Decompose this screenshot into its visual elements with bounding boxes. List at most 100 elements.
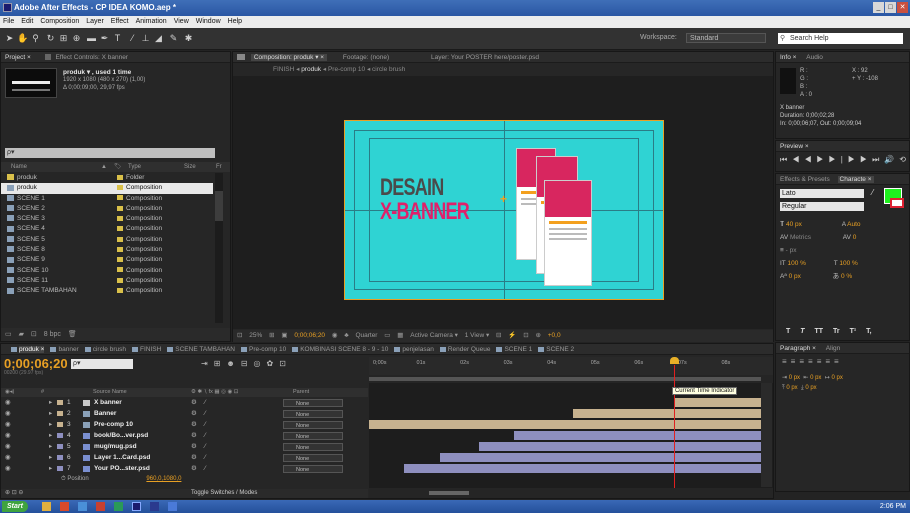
motion-blur-icon[interactable]: ◎ [254,359,267,368]
superscript-button[interactable]: T¹ [850,328,857,335]
expand-twirl-icon[interactable]: ▸ [49,453,52,463]
visibility-eye-icon[interactable]: ◉ [5,398,11,408]
layer-switches-icon[interactable]: ⚙ ∕ [191,409,209,419]
project-item[interactable]: produk Composition [1,183,213,194]
safe-zones-icon[interactable]: ⊞ [269,330,274,342]
expand-twirl-icon[interactable]: ▸ [49,442,52,452]
parent-select[interactable]: None [283,443,343,451]
layer-name[interactable]: Your PO...ster.psd [94,464,150,474]
project-item[interactable]: produk Folder [1,173,213,183]
view-layout-select[interactable]: 1 View ▾ [465,330,489,342]
space-before-value[interactable]: 0 px [786,385,797,391]
menu-file[interactable]: File [3,16,14,28]
layer-duration-bar[interactable] [514,431,761,440]
puppet-tool-icon[interactable]: ✱ [183,33,194,44]
hand-tool-icon[interactable]: ✋ [17,33,28,44]
menu-effect[interactable]: Effect [111,16,129,28]
timeline-tab[interactable]: produk × [19,346,45,353]
fast-forward-button[interactable]: ▶▶ [848,155,872,164]
timeline-tab[interactable]: SCENE TAMBAHAN [175,346,235,353]
ae-taskbar-icon[interactable] [132,502,141,511]
first-frame-button[interactable]: ⏮ [780,155,792,164]
work-area-bar[interactable] [369,375,773,383]
layer-row[interactable]: ◉ ▸ 3 Pre-comp 10 ⚙ ∕ None [1,420,368,430]
col-source-name[interactable]: Source Name [93,388,127,397]
loop-button[interactable]: ⟲ [899,155,910,164]
exposure-value[interactable]: +0,0 [548,330,561,342]
layer-duration-bar[interactable] [369,420,761,429]
label-color-swatch[interactable] [117,277,123,283]
font-size-value[interactable]: 40 px [786,221,802,228]
visibility-eye-icon[interactable]: ◉ [5,442,11,452]
layer-name[interactable]: Layer 1...Card.psd [94,453,150,463]
tab-audio[interactable]: Audio [806,54,823,61]
menu-animation[interactable]: Animation [136,16,167,28]
last-frame-button[interactable]: ⏭ [872,155,884,164]
new-comp-icon[interactable]: ⊡ [31,328,37,341]
timeline-zoom-bar[interactable] [369,488,773,498]
next-frame-button[interactable]: ▶| [829,155,848,164]
close-button[interactable]: ✕ [897,2,908,13]
camera-icon[interactable]: ◉ [332,330,338,342]
roto-brush-tool-icon[interactable]: ✎ [168,33,179,44]
pixel-aspect-icon[interactable]: ⊟ [496,330,501,342]
viewer-area[interactable]: DESAIN X-BANNER + 2017 [233,76,773,329]
tab-preview[interactable]: Preview × [780,143,809,150]
project-item[interactable]: SCENE 11 Composition [1,276,213,286]
label-color-swatch[interactable] [117,215,123,221]
timeline-tab[interactable]: Render Queue [448,346,491,353]
project-item[interactable]: SCENE 10 Composition [1,266,213,276]
visibility-eye-icon[interactable]: ◉ [5,420,11,430]
menu-help[interactable]: Help [228,16,242,28]
tracking-value[interactable]: 0 [853,234,857,241]
layer-duration-bar[interactable] [572,409,761,418]
frame-blending-icon[interactable]: ⊟ [241,359,254,368]
parent-select[interactable]: None [283,432,343,440]
menu-edit[interactable]: Edit [21,16,33,28]
vertical-scale-value[interactable]: 100 % [787,260,805,267]
menu-composition[interactable]: Composition [40,16,79,28]
faux-italic-button[interactable]: T [800,328,804,335]
comp-mini-flowchart-icon[interactable]: ⇥ [201,359,214,368]
visibility-eye-icon[interactable]: ◉ [5,453,11,463]
col-parent[interactable]: Parent [293,388,309,397]
justify-last-left-icon[interactable]: ≡ [808,357,817,366]
font-style-select[interactable]: Regular [780,202,864,211]
layer-name[interactable]: mug/mug.psd [94,442,137,452]
hide-shy-icon[interactable]: ☻ [226,359,240,368]
tab-composition[interactable]: Composition: produk ▾ × [250,54,328,61]
project-search-input[interactable]: ρ▾ [5,148,215,158]
layer-switches-icon[interactable]: ⚙ ∕ [191,431,209,441]
tab-effect-controls[interactable]: Effect Controls: X banner [55,54,128,61]
align-left-icon[interactable]: ≡ [782,357,791,366]
expand-twirl-icon[interactable]: ▸ [49,409,52,419]
parent-select[interactable]: None [283,454,343,462]
tab-info[interactable]: Info × [780,54,796,61]
timeline-tab[interactable]: KOMBINASI SCENE 8 - 9 - 10 [300,346,388,353]
layer-name[interactable]: X banner [94,398,122,408]
prev-frame-button[interactable]: ◀◀ [792,155,816,164]
current-time-indicator[interactable] [669,357,679,490]
tab-project[interactable]: Project × [5,54,31,61]
breadcrumb-precomp[interactable]: Pre-comp 10 [328,66,365,73]
layer-bounding-box[interactable] [344,120,664,300]
project-item[interactable]: SCENE 9 Composition [1,255,213,265]
layer-label-swatch[interactable] [57,422,63,427]
resolution-select[interactable]: Quarter [355,330,377,342]
menu-window[interactable]: Window [196,16,221,28]
zoom-slider[interactable] [429,491,469,495]
mask-tool-icon[interactable]: ▬ [86,33,97,44]
eraser-tool-icon[interactable]: ◢ [153,33,164,44]
graph-editor-icon[interactable]: ⊡ [279,359,292,368]
label-color-swatch[interactable] [117,236,123,242]
start-button[interactable]: Start [2,501,28,512]
region-of-interest-icon[interactable]: ▭ [384,330,390,342]
tab-footage[interactable]: Footage: (none) [343,54,389,61]
tab-effects-presets[interactable]: Effects & Presets [780,176,830,183]
timeline-tab[interactable]: banner [58,346,78,353]
layer-switches-icon[interactable]: ⚙ ∕ [191,453,209,463]
selection-tool-icon[interactable]: ➤ [4,33,15,44]
layer-label-swatch[interactable] [57,400,63,405]
project-item[interactable]: SCENE 5 Composition [1,235,213,245]
project-item[interactable]: SCENE TAMBAHAN Composition [1,286,213,296]
